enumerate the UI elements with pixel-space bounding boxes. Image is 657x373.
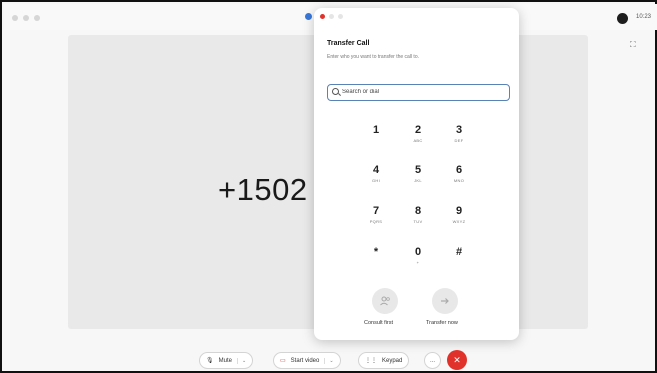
- keypad-digit: 2: [414, 124, 422, 136]
- start-video-button[interactable]: ▭ Start video ⌄: [273, 352, 341, 369]
- keypad-digit: #: [455, 246, 463, 258]
- more-options-button[interactable]: ...: [424, 352, 441, 369]
- keypad-digit: 4: [372, 164, 380, 176]
- panel-title: Transfer Call: [327, 40, 370, 47]
- microphone-icon: 🎙: [206, 358, 214, 364]
- search-field[interactable]: [327, 84, 510, 101]
- keypad-letters: WXYZ: [452, 219, 466, 224]
- keypad-digit: 8: [414, 205, 422, 217]
- panel-close-dot[interactable]: [320, 14, 325, 19]
- keypad-key-7[interactable]: 7 PQRS: [361, 205, 391, 235]
- keypad-button[interactable]: ⋮⋮ Keypad: [358, 352, 410, 369]
- search-icon: [332, 88, 339, 95]
- keypad-digit: 1: [372, 124, 380, 136]
- keypad-letters: JKL: [414, 178, 422, 183]
- search-input[interactable]: [342, 86, 502, 98]
- panel-minimize-dot[interactable]: [329, 14, 334, 19]
- keypad-letters: DEF: [454, 138, 464, 143]
- panel-subtitle: Enter who you want to transfer the call …: [327, 54, 419, 60]
- keypad-digit: 9: [455, 205, 463, 217]
- video-camera-icon: ▭: [280, 358, 286, 364]
- start-video-label: Start video: [290, 357, 320, 364]
- expand-icon[interactable]: ⛶: [630, 40, 636, 50]
- mute-label: Mute: [218, 357, 232, 364]
- close-window-dot[interactable]: [12, 15, 18, 21]
- maximize-window-dot[interactable]: [34, 15, 40, 21]
- window-controls[interactable]: [12, 15, 40, 21]
- keypad-digit: 6: [455, 164, 463, 176]
- keypad-digit: 7: [372, 205, 380, 217]
- keypad-key-1[interactable]: 1: [361, 124, 391, 154]
- end-call-icon: ✕: [453, 354, 461, 365]
- keypad-label: Keypad: [382, 357, 403, 364]
- chevron-down-icon[interactable]: ⌄: [324, 357, 334, 364]
- keypad-key-hash[interactable]: #: [444, 246, 474, 276]
- keypad-key-0[interactable]: 0 +: [403, 246, 433, 276]
- keypad-key-8[interactable]: 8 TUV: [403, 205, 433, 235]
- keypad-letters: ABC: [413, 138, 423, 143]
- caller-number: +1502: [218, 172, 308, 207]
- keypad-letters: TUV: [413, 219, 423, 224]
- call-timer: 10:23: [636, 14, 652, 20]
- consult-first-label: Consult first: [364, 320, 394, 326]
- end-call-button[interactable]: ✕: [447, 350, 467, 370]
- panel-window-controls[interactable]: [320, 14, 343, 19]
- keypad-digit: 0: [414, 246, 422, 258]
- panel-maximize-dot[interactable]: [338, 14, 343, 19]
- keypad-key-2[interactable]: 2 ABC: [403, 124, 433, 154]
- transfer-now-label: Transfer now: [426, 320, 458, 326]
- transfer-call-panel: Transfer Call Enter who you want to tran…: [314, 8, 519, 340]
- keypad-digit: 5: [414, 164, 422, 176]
- keypad-key-3[interactable]: 3 DEF: [444, 124, 474, 154]
- keypad-key-9[interactable]: 9 WXYZ: [444, 205, 474, 235]
- keypad-letters: +: [416, 260, 420, 265]
- app-status-icon: [305, 13, 312, 20]
- keypad-letters: MNO: [453, 178, 465, 183]
- keypad-icon: ⋮⋮: [365, 358, 377, 364]
- minimize-window-dot[interactable]: [23, 15, 29, 21]
- arrow-right-icon: [441, 298, 449, 304]
- keypad-digit: 3: [455, 124, 463, 136]
- consult-first-button[interactable]: [372, 288, 398, 314]
- keypad-digit: *: [373, 246, 379, 258]
- keypad-letters: PQRS: [369, 219, 383, 224]
- keypad-letters: GHI: [371, 178, 380, 183]
- chevron-down-icon[interactable]: ⌄: [236, 357, 246, 364]
- keypad-key-4[interactable]: 4 GHI: [361, 164, 391, 194]
- keypad-key-6[interactable]: 6 MNO: [444, 164, 474, 194]
- keypad-key-star[interactable]: *: [361, 246, 391, 276]
- transfer-now-button[interactable]: [432, 288, 458, 314]
- avatar[interactable]: [617, 13, 628, 24]
- mute-button[interactable]: 🎙 Mute ⌄: [199, 352, 254, 369]
- consult-person-icon: [380, 296, 390, 306]
- keypad-key-5[interactable]: 5 JKL: [403, 164, 433, 194]
